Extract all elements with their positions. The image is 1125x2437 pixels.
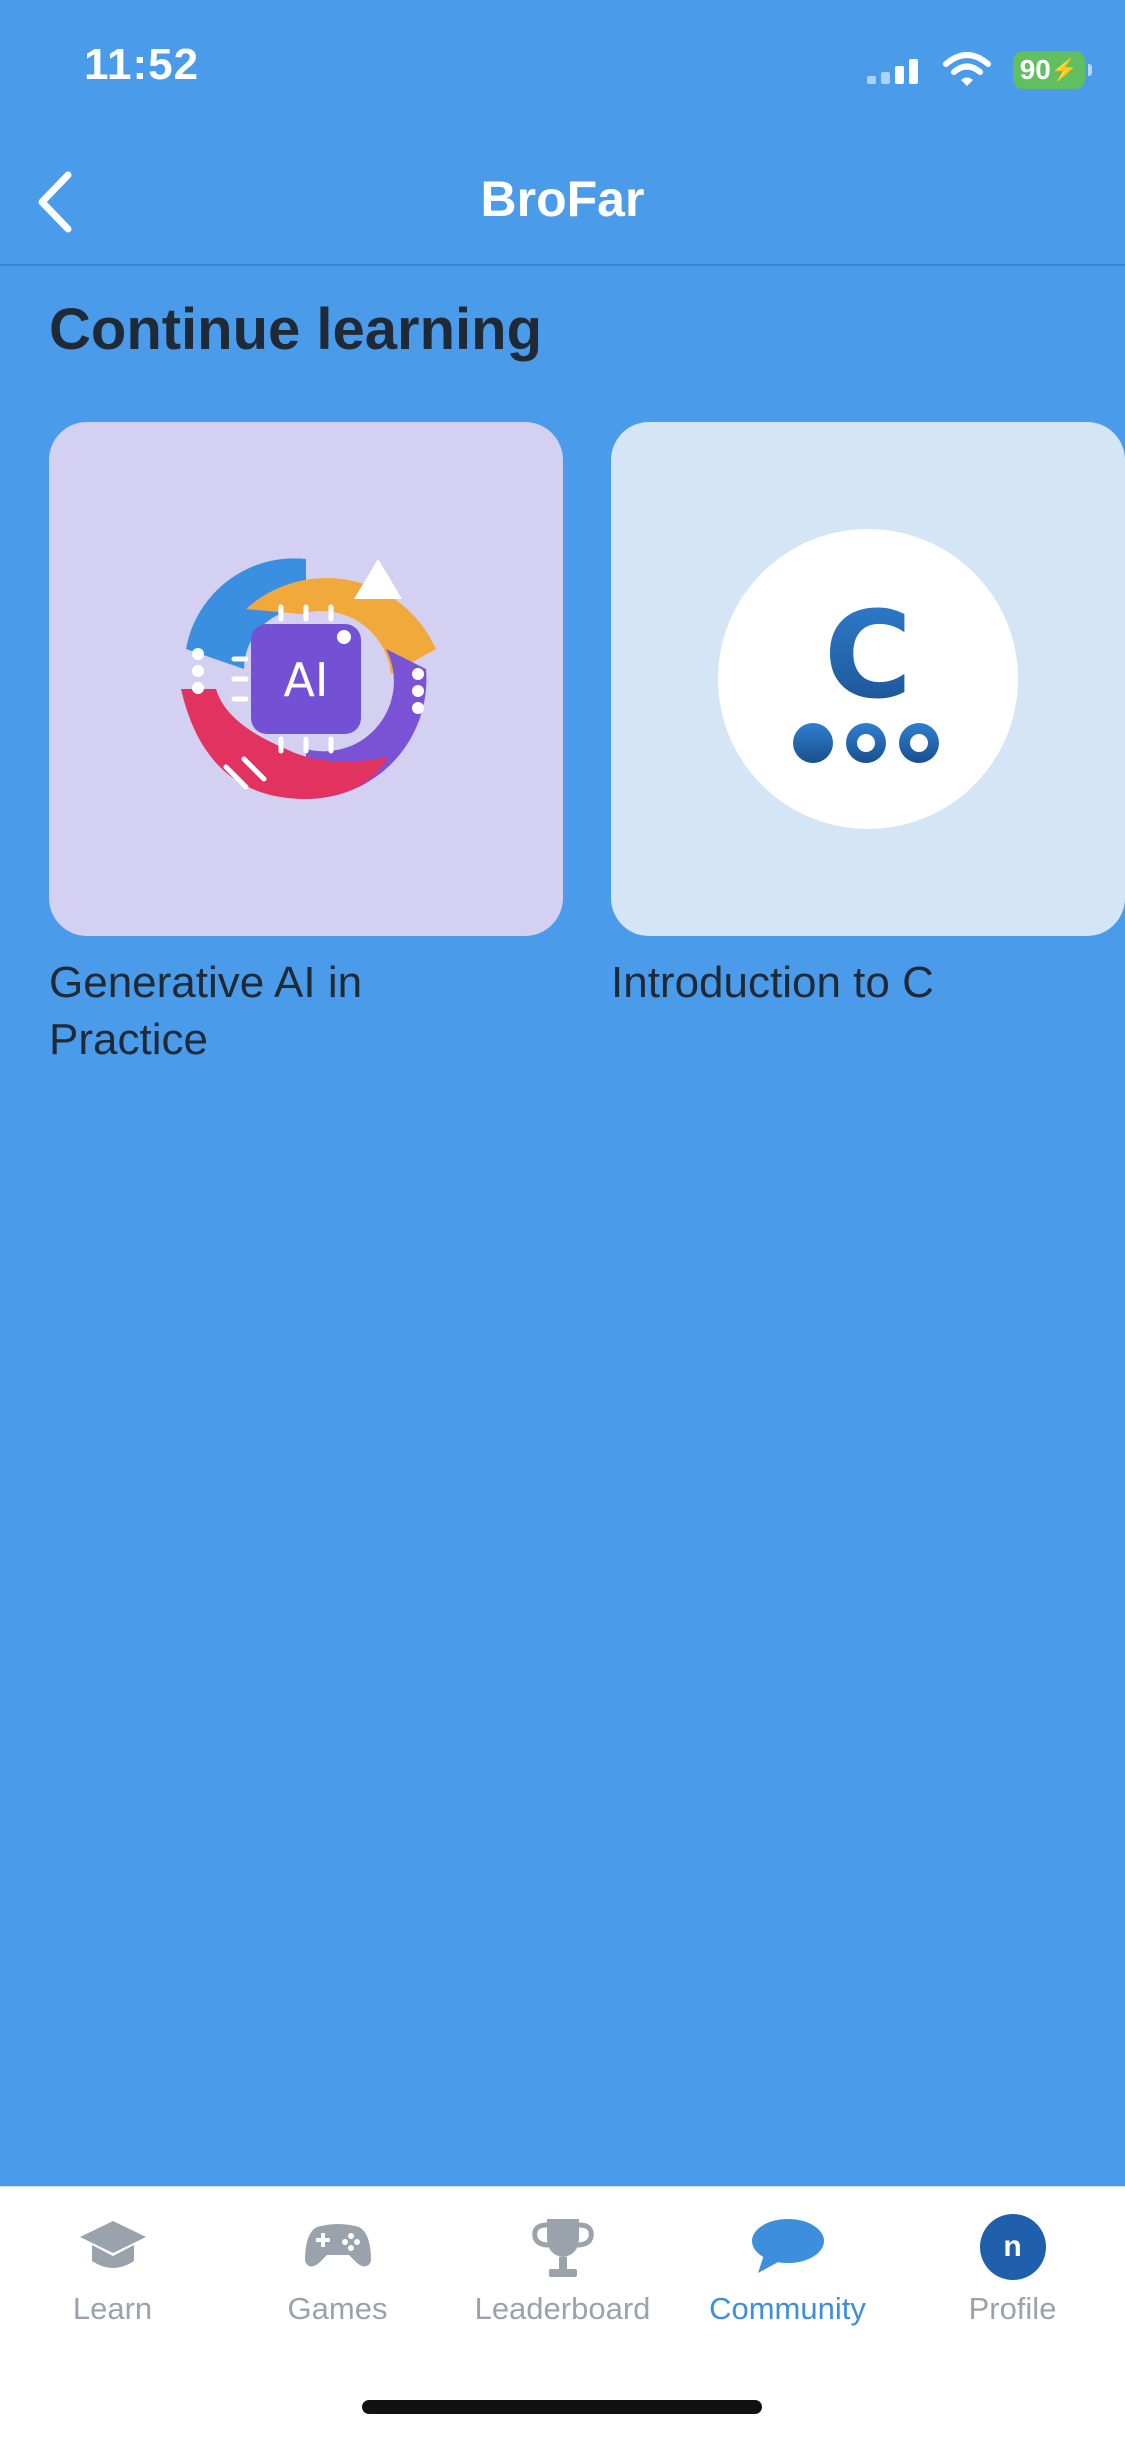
navigation-bar: BroFar <box>0 140 1125 266</box>
trophy-icon <box>450 2209 675 2285</box>
course-card-generative-ai[interactable]: AI Generative AI in Practice <box>49 422 563 1068</box>
section-title: Continue learning <box>49 297 542 362</box>
avatar-icon: n <box>900 2209 1125 2285</box>
course-thumbnail: AI <box>49 422 563 936</box>
c-language-icon: C <box>718 529 1018 829</box>
battery-level: 90 <box>1019 54 1051 85</box>
course-title: Introduction to C <box>611 958 934 1007</box>
generative-ai-icon: AI <box>181 558 436 800</box>
course-card-introduction-to-c[interactable]: C Introduction to C <box>611 422 1125 1011</box>
graduation-cap-icon <box>0 2209 225 2285</box>
status-icons: 90 ⚡ <box>867 48 1092 92</box>
tab-learn[interactable]: Learn <box>0 2187 225 2357</box>
chat-bubble-icon <box>675 2209 900 2285</box>
wifi-icon <box>943 52 991 86</box>
tab-games[interactable]: Games <box>225 2187 450 2357</box>
course-title: Generative AI in Practice <box>49 958 363 1064</box>
status-time: 11:52 <box>84 40 200 89</box>
home-indicator <box>362 2400 762 2414</box>
tab-community[interactable]: Community <box>675 2187 900 2357</box>
tab-profile[interactable]: n Profile <box>900 2187 1125 2357</box>
ai-chip-label: AI <box>283 653 328 707</box>
avatar: n <box>979 2214 1046 2280</box>
tab-label: Games <box>287 2291 388 2326</box>
tab-label: Leaderboard <box>474 2291 651 2326</box>
tab-label: Community <box>709 2291 866 2326</box>
cellular-signal-icon <box>867 59 918 84</box>
gamepad-icon <box>225 2209 450 2285</box>
c-letter: C <box>824 587 912 726</box>
status-bar: 11:52 90 ⚡ <box>0 0 1125 140</box>
course-thumbnail: C <box>611 422 1125 936</box>
tab-label: Learn <box>72 2291 153 2326</box>
tab-label: Profile <box>968 2291 1057 2326</box>
battery-icon: 90 ⚡ <box>1013 51 1092 89</box>
tab-leaderboard[interactable]: Leaderboard <box>450 2187 675 2357</box>
page-title: BroFar <box>480 171 645 227</box>
